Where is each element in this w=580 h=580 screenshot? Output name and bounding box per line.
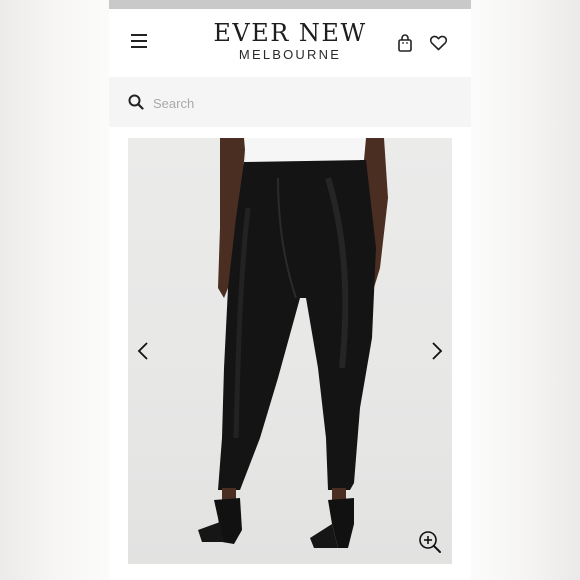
shopping-bag-icon[interactable] <box>397 34 413 52</box>
heart-icon[interactable] <box>429 34 448 51</box>
product-image[interactable] <box>128 138 452 564</box>
site-header: EVER NEW MELBOURNE <box>109 9 471 77</box>
product-photo-leggings <box>198 138 388 548</box>
chevron-right-icon[interactable] <box>430 341 444 361</box>
search-bar <box>109 77 471 127</box>
brand-logo[interactable]: EVER NEW MELBOURNE <box>109 20 471 63</box>
logo-sub-text: MELBOURNE <box>238 47 342 62</box>
zoom-in-icon[interactable] <box>418 530 442 554</box>
chevron-left-icon[interactable] <box>136 341 150 361</box>
logo-main-text: EVER NEW <box>213 19 367 47</box>
search-input[interactable] <box>151 91 445 115</box>
status-bar <box>109 0 471 9</box>
mobile-page: EVER NEW MELBOURNE <box>109 0 471 580</box>
search-icon <box>128 94 144 110</box>
